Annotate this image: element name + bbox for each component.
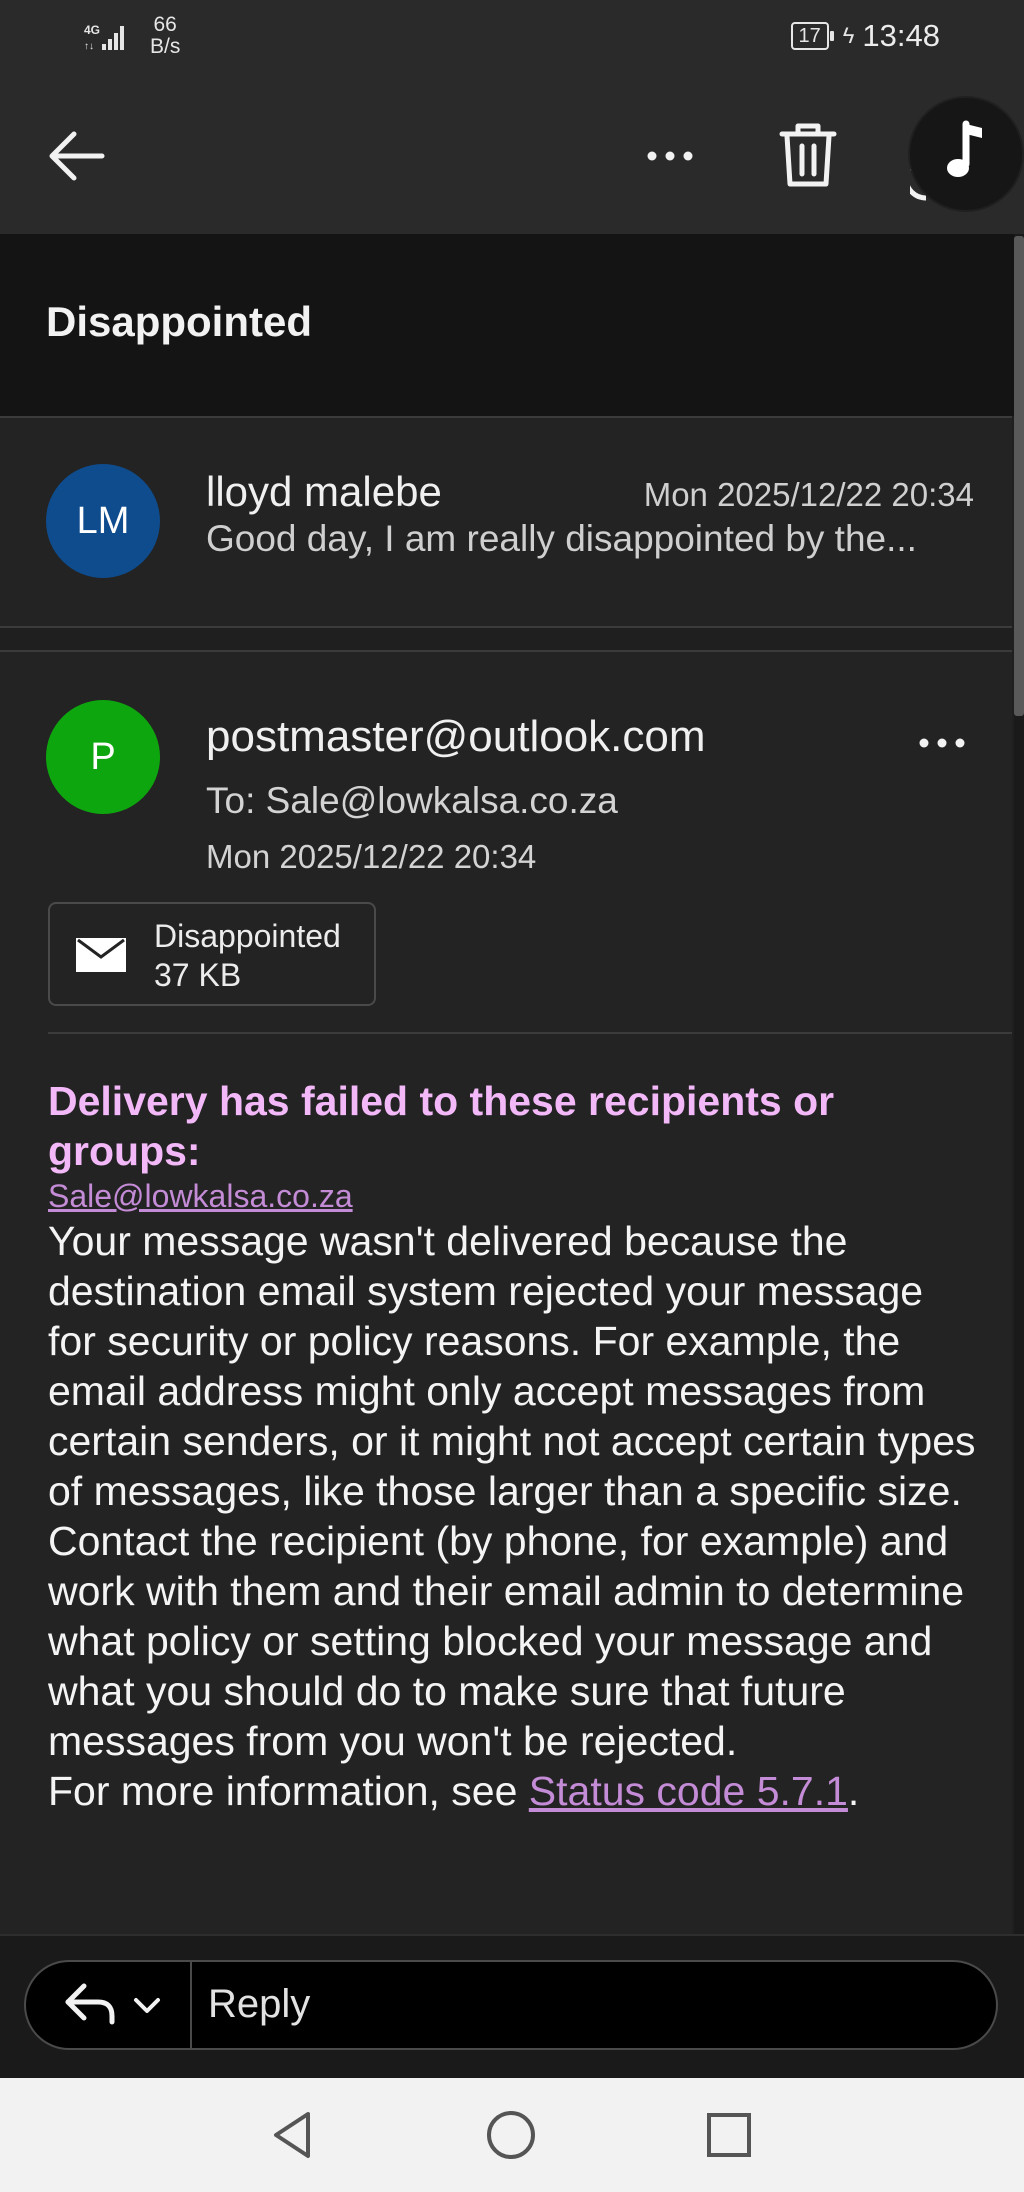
battery-level: 17 xyxy=(798,25,821,47)
reply-pill: Reply xyxy=(24,1960,998,2050)
email-subject: Disappointed xyxy=(46,298,313,345)
chevron-down-icon xyxy=(134,1998,160,2013)
nav-recents-button[interactable] xyxy=(702,2108,756,2162)
charging-icon: ϟ xyxy=(842,23,855,48)
recipient-line[interactable]: To: Sale@lowkalsa.co.za xyxy=(206,780,618,822)
avatar-initials: P xyxy=(90,735,116,778)
floating-music-button[interactable] xyxy=(910,98,1022,210)
message-collapsed[interactable]: LM lloyd malebe Mon 2025/12/22 20:34 Goo… xyxy=(0,416,1012,628)
system-nav-bar xyxy=(0,2078,1024,2192)
message-expanded: P postmaster@outlook.com To: Sale@lowkal… xyxy=(0,650,1012,1942)
message-more-button[interactable] xyxy=(912,728,972,758)
status-code-link[interactable]: Status code 5.7.1 xyxy=(529,1768,848,1814)
circle-home-icon xyxy=(487,2111,535,2159)
envelope-icon xyxy=(76,938,126,972)
attachment-size: 37 KB xyxy=(154,957,242,993)
clock: 13:48 xyxy=(862,18,940,53)
reply-bar: Reply xyxy=(0,1934,1024,2078)
avatar[interactable]: P xyxy=(46,700,160,814)
failure-heading: Delivery has failed to these recipients … xyxy=(48,1078,835,1174)
reply-arrow-icon xyxy=(65,1983,115,2025)
avatar[interactable]: LM xyxy=(46,464,160,578)
battery-icon: 17 xyxy=(790,22,835,50)
signal-icon: 4G ↑↓ xyxy=(84,23,124,52)
attachment-name: Disappointed xyxy=(154,918,341,954)
network-speed-unit: B/s xyxy=(150,35,181,58)
more-horizontal-icon xyxy=(919,738,965,748)
divider xyxy=(48,1032,1012,1034)
reply-input[interactable]: Reply xyxy=(208,1982,310,2027)
message-date: Mon 2025/12/22 20:34 xyxy=(643,476,974,513)
message-date: Mon 2025/12/22 20:34 xyxy=(206,838,537,875)
failed-recipient-link[interactable]: Sale@lowkalsa.co.za xyxy=(48,1176,353,1216)
square-recents-icon xyxy=(707,2113,751,2157)
more-horizontal-icon xyxy=(647,151,693,161)
status-right: 17 ϟ 13:48 xyxy=(790,18,940,54)
triangle-back-icon xyxy=(274,2112,310,2158)
back-arrow-icon xyxy=(49,131,105,181)
delete-button[interactable] xyxy=(776,120,840,190)
body-paragraph: Your message wasn't delivered because th… xyxy=(48,1218,976,1514)
nav-back-button[interactable] xyxy=(266,2108,320,2162)
trash-icon xyxy=(779,123,837,187)
svg-text:↑↓: ↑↓ xyxy=(84,41,94,52)
nav-home-button[interactable] xyxy=(484,2108,538,2162)
body-paragraph: Contact the recipient (by phone, for exa… xyxy=(48,1518,965,1764)
app-bar xyxy=(0,78,1024,234)
reply-options-button[interactable] xyxy=(26,1962,192,2048)
back-button[interactable] xyxy=(44,126,110,186)
sender-name: lloyd malebe xyxy=(206,468,442,515)
status-bar: 4G ↑↓ 66 B/s 17 ϟ 13:48 xyxy=(0,0,1024,78)
network-speed-value: 66 xyxy=(153,13,177,36)
more-info-text: For more information, see xyxy=(48,1768,529,1814)
network-speed: 66 B/s xyxy=(150,14,180,58)
svg-text:4G: 4G xyxy=(84,23,100,37)
sender-address[interactable]: postmaster@outlook.com xyxy=(206,712,706,762)
more-options-button[interactable] xyxy=(640,134,700,178)
attachment-chip[interactable]: Disappointed 37 KB xyxy=(48,902,376,1006)
music-note-icon xyxy=(947,120,982,177)
scrollbar-thumb[interactable] xyxy=(1014,236,1024,716)
avatar-initials: LM xyxy=(76,499,130,542)
more-info-suffix: . xyxy=(847,1768,860,1814)
more-info-paragraph: For more information, see Status code 5.… xyxy=(48,1766,978,1816)
subject-header: Disappointed xyxy=(0,234,1014,416)
message-preview: Good day, I am really disappointed by th… xyxy=(206,518,917,559)
message-body: Delivery has failed to these recipients … xyxy=(48,1076,978,1816)
